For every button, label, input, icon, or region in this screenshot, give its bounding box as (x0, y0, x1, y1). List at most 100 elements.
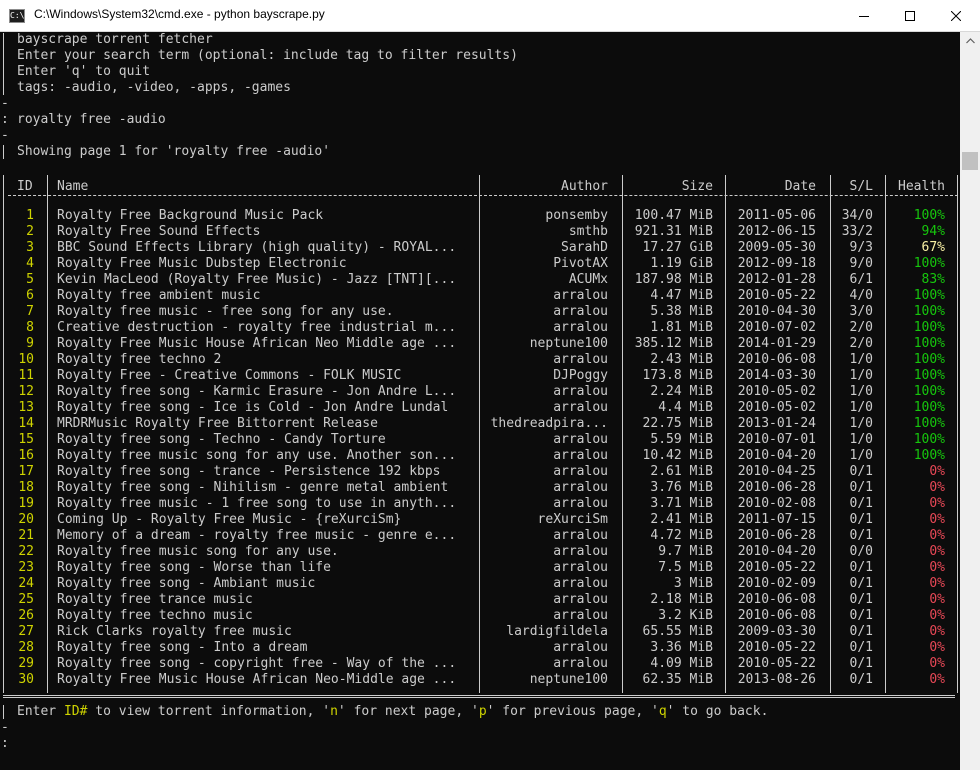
torrent-name: Royalty free music song for any use. (57, 544, 339, 559)
gutter-bar (3, 33, 4, 95)
torrent-date: 2012-06-15 (737, 224, 816, 239)
torrent-name: Royalty free song - Techno - Candy Tortu… (57, 432, 386, 447)
seeders-leechers: 1/0 (849, 416, 873, 431)
table-row: 21 Memory of a dream - royalty free music… (0, 528, 960, 544)
row-id: 14 (18, 416, 34, 431)
minimize-button[interactable] (841, 0, 887, 31)
row-id: 15 (18, 432, 34, 447)
maximize-button[interactable] (887, 0, 933, 31)
table-row: 24 Royalty free song - Ambiant music arral… (0, 576, 960, 592)
row-id: 13 (18, 400, 34, 415)
scrollbar-thumb[interactable] (962, 152, 978, 170)
seeders-leechers: 0/1 (849, 496, 873, 511)
torrent-size: 187.98 MiB (634, 272, 713, 287)
row-id: 7 (26, 304, 34, 319)
torrent-size: 2.41 MiB (650, 512, 713, 527)
torrent-date: 2010-06-28 (737, 480, 816, 495)
torrent-date: 2010-06-08 (737, 608, 816, 623)
table-row: 29 Royalty free song - copyright free - W… (0, 656, 960, 672)
close-button[interactable] (933, 0, 979, 31)
torrent-size: 4.4 MiB (658, 400, 713, 415)
footer-text: to view torrent information, ' (87, 704, 331, 719)
health-value: 100% (913, 416, 945, 431)
torrent-date: 2010-05-22 (737, 560, 816, 575)
gutter-bar (3, 705, 4, 719)
table-row: 12 Royalty free song - Karmic Erasure - J… (0, 384, 960, 400)
scroll-up-button[interactable] (960, 32, 980, 49)
vertical-scrollbar[interactable] (960, 32, 980, 770)
torrent-name: Royalty free techno 2 (57, 352, 222, 367)
seeders-leechers: 0/1 (849, 640, 873, 655)
torrent-author: arralou (553, 400, 608, 415)
title-bar[interactable]: C:\ C:\Windows\System32\cmd.exe - python… (0, 0, 980, 32)
torrent-date: 2011-07-15 (737, 512, 816, 527)
row-id: 10 (18, 352, 34, 367)
search-query: royalty free -audio (17, 112, 166, 127)
cmd-icon[interactable]: C:\ (9, 9, 25, 23)
torrent-name: Royalty free song - Ambiant music (57, 576, 316, 591)
torrent-name: MRDRMusic Royalty Free Bittorrent Releas… (57, 416, 378, 431)
row-id: 30 (18, 672, 34, 687)
torrent-size: 921.31 MiB (634, 224, 713, 239)
torrent-size: 9.7 MiB (658, 544, 713, 559)
seeders-leechers: 1/0 (849, 368, 873, 383)
seeders-leechers: 0/1 (849, 592, 873, 607)
torrent-size: 62.35 MiB (642, 672, 713, 687)
torrent-author: lardigfildela (506, 624, 608, 639)
gutter-bar (3, 145, 4, 159)
torrent-name: Royalty free song - Into a dream (57, 640, 308, 655)
seeders-leechers: 3/0 (849, 304, 873, 319)
torrent-date: 2010-05-02 (737, 384, 816, 399)
health-value: 0% (929, 496, 945, 511)
torrent-date: 2010-04-20 (737, 544, 816, 559)
torrent-size: 4.72 MiB (650, 528, 713, 543)
torrent-author: smthb (568, 224, 608, 239)
torrent-name: Royalty Free Music Dubstep Electronic (57, 256, 347, 271)
health-value: 83% (921, 272, 945, 287)
console-output[interactable]: bayscrape torrent fetcher Enter your sea… (0, 32, 960, 770)
seeders-leechers: 0/1 (849, 624, 873, 639)
seeders-leechers: 1/0 (849, 400, 873, 415)
torrent-author: arralou (553, 656, 608, 671)
table-row: 1 Royalty Free Background Music Pack ponse… (0, 208, 960, 224)
health-value: 100% (913, 432, 945, 447)
torrent-size: 1.19 GiB (650, 256, 713, 271)
health-value: 0% (929, 672, 945, 687)
torrent-name: Royalty free song - copyright free - Way… (57, 656, 457, 671)
seeders-leechers: 34/0 (841, 208, 873, 223)
health-value: 0% (929, 544, 945, 559)
prompt-prefix: : (1, 112, 17, 127)
row-id: 28 (18, 640, 34, 655)
row-id: 2 (26, 224, 34, 239)
health-value: 100% (913, 336, 945, 351)
table-row: 9 Royalty Free Music House African Neo Mi… (0, 336, 960, 352)
seeders-leechers: 1/0 (849, 384, 873, 399)
torrent-name: Royalty free song - trance - Persistence… (57, 464, 441, 479)
seeders-leechers: 0/1 (849, 464, 873, 479)
health-value: 0% (929, 576, 945, 591)
input-prompt[interactable]: : (1, 736, 9, 752)
health-value: 0% (929, 528, 945, 543)
torrent-author: arralou (553, 576, 608, 591)
torrent-date: 2010-07-02 (737, 320, 816, 335)
torrent-size: 3 MiB (673, 576, 713, 591)
seeders-leechers: 0/1 (849, 576, 873, 591)
table-row: 4 Royalty Free Music Dubstep Electronic Pi… (0, 256, 960, 272)
torrent-size: 100.47 MiB (634, 208, 713, 223)
health-value: 0% (929, 592, 945, 607)
torrent-author: ponsemby (545, 208, 608, 223)
torrent-name: Royalty free music song for any use. Ano… (57, 448, 457, 463)
torrent-date: 2010-05-22 (737, 640, 816, 655)
close-icon (951, 10, 961, 21)
col-header-health: Health (898, 179, 945, 194)
prompt-dash: - (1, 128, 9, 143)
torrent-author: arralou (553, 384, 608, 399)
torrent-name: Royalty free song - Karmic Erasure - Jon… (57, 384, 457, 399)
torrent-author: neptune100 (529, 672, 608, 687)
torrent-size: 65.55 MiB (642, 624, 713, 639)
torrent-size: 5.38 MiB (650, 304, 713, 319)
torrent-author: arralou (553, 448, 608, 463)
seeders-leechers: 6/1 (849, 272, 873, 287)
health-value: 0% (929, 608, 945, 623)
row-id: 4 (26, 256, 34, 271)
